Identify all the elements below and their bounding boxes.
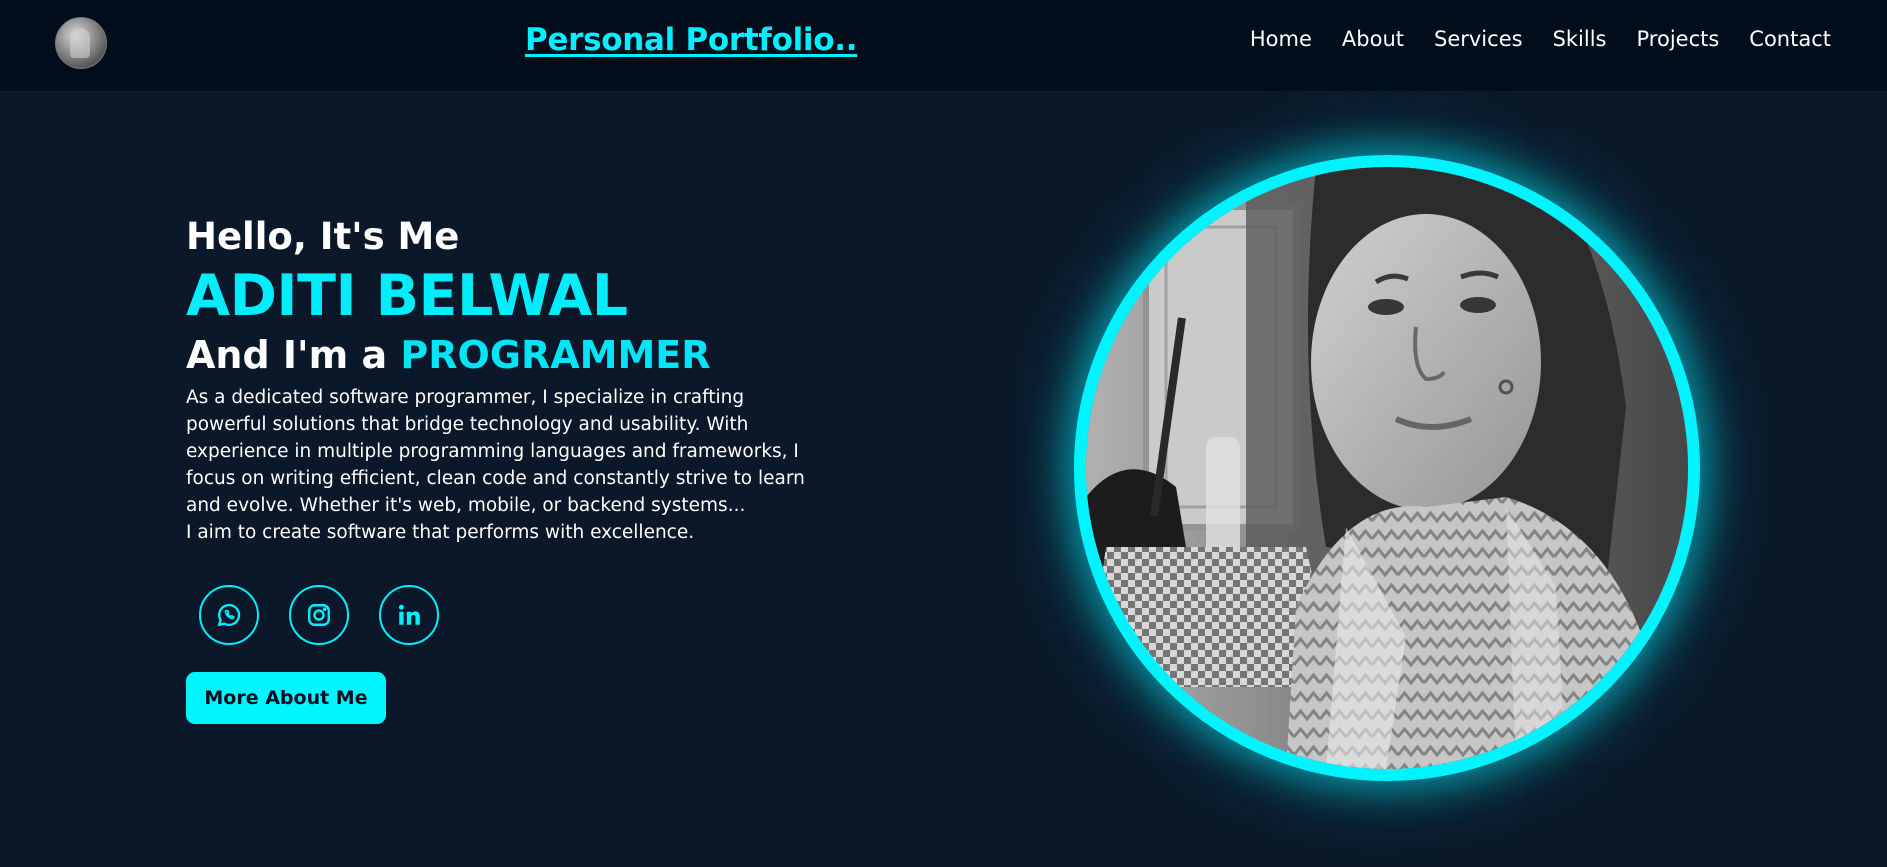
- linkedin-link[interactable]: [379, 585, 439, 645]
- nav-contact[interactable]: Contact: [1749, 27, 1831, 51]
- hero-content: Hello, It's Me ADITI BELWAL And I'm a PR…: [186, 212, 826, 546]
- main-nav: Home About Services Skills Projects Cont…: [1250, 27, 1831, 51]
- navbar: Personal Portfolio.. Home About Services…: [0, 0, 1887, 91]
- instagram-link[interactable]: [289, 585, 349, 645]
- site-title[interactable]: Personal Portfolio..: [525, 22, 858, 58]
- hero-name: ADITI BELWAL: [186, 263, 628, 329]
- hero-greeting: Hello, It's Me: [186, 215, 460, 258]
- avatar-figure: [70, 28, 90, 58]
- nav-home[interactable]: Home: [1250, 27, 1312, 51]
- profile-avatar[interactable]: [55, 17, 107, 69]
- role-prefix: And I'm a: [186, 333, 401, 377]
- social-links: [199, 585, 439, 645]
- whatsapp-link[interactable]: [199, 585, 259, 645]
- instagram-icon: [308, 604, 330, 626]
- hero-role-line: And I'm a PROGRAMMER: [186, 330, 826, 380]
- nav-skills[interactable]: Skills: [1553, 27, 1607, 51]
- nav-services[interactable]: Services: [1434, 27, 1523, 51]
- linkedin-icon: [398, 604, 420, 625]
- hero-bio: As a dedicated software programmer, I sp…: [186, 384, 826, 546]
- role-text: PROGRAMMER: [400, 333, 711, 377]
- bio-closing: I aim to create software that performs w…: [186, 522, 695, 543]
- bio-text: As a dedicated software programmer, I sp…: [186, 387, 805, 516]
- nav-projects[interactable]: Projects: [1637, 27, 1720, 51]
- whatsapp-icon: [217, 603, 241, 627]
- nav-about[interactable]: About: [1342, 27, 1404, 51]
- portrait-image: [1086, 167, 1688, 769]
- more-about-me-button[interactable]: More About Me: [186, 672, 386, 724]
- profile-portrait: [1074, 155, 1700, 781]
